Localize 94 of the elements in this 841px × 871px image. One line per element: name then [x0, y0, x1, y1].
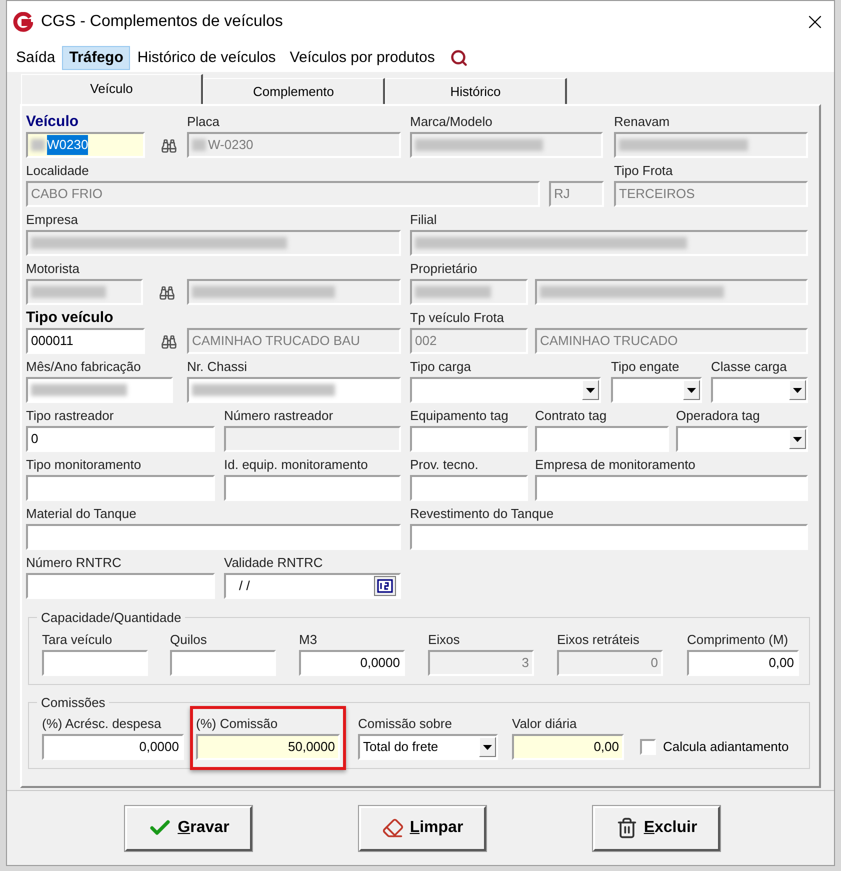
field-label: (%) Acrésc. despesa: [42, 715, 162, 733]
text-field[interactable]: [187, 377, 401, 403]
action-button[interactable]: Excluir: [593, 806, 720, 850]
combo-box[interactable]: Total do frete: [358, 734, 498, 760]
field-label: Empresa de monitoramento: [535, 456, 696, 474]
caret-icon: [483, 744, 492, 750]
text-field[interactable]: W0230: [26, 132, 145, 158]
text-field[interactable]: [410, 524, 808, 550]
binoculars-icon[interactable]: [161, 138, 177, 154]
field-label: Comprimento (M): [687, 630, 788, 649]
field-label: (%) Comissão: [196, 715, 278, 733]
field-label: Número RNTRC: [26, 554, 122, 572]
caret-icon: [586, 388, 595, 392]
field-label: Empresa: [26, 211, 78, 229]
field-label: Validade RNTRC: [224, 554, 323, 572]
checkbox[interactable]: [640, 739, 656, 755]
text-field[interactable]: 0,00: [512, 734, 624, 760]
text-field[interactable]: [26, 524, 401, 550]
field-label: M3: [299, 630, 318, 648]
field-label: Classe carga: [711, 358, 787, 376]
text-field[interactable]: 50,0000: [196, 734, 340, 760]
field-label: Id. equip. monitoramento: [224, 456, 368, 474]
tab[interactable]: Histórico: [385, 78, 567, 104]
app-logo: [13, 12, 33, 32]
field-label: Tipo veículo: [26, 308, 114, 328]
field-label: Mês/Ano fabricação: [26, 358, 141, 376]
field-label: Tipo carga: [410, 358, 471, 376]
action-button[interactable]: Gravar: [125, 806, 252, 850]
field-label: Marca/Modelo: [410, 113, 492, 131]
field-label: Nr. Chassi: [187, 358, 247, 376]
field-label: Tp veículo Frota: [410, 309, 504, 327]
field-label: Eixos retráteis: [557, 630, 640, 648]
field-label: Valor diária: [512, 715, 577, 733]
text-field[interactable]: [224, 475, 401, 501]
text-field[interactable]: [26, 377, 173, 403]
text-field[interactable]: [410, 475, 528, 501]
tab[interactable]: Veículo: [21, 74, 203, 104]
text-field[interactable]: 0,0000: [42, 734, 184, 760]
field-label: Tipo engate: [611, 358, 680, 376]
text-field[interactable]: [170, 650, 276, 676]
tab[interactable]: Complemento: [203, 78, 385, 104]
field-label: Tipo Frota: [614, 162, 673, 180]
trash-icon: [616, 817, 638, 839]
combo-box[interactable]: [676, 426, 808, 452]
window-title: CGS - Complementos de veículos: [41, 12, 283, 32]
text-field[interactable]: [26, 475, 215, 501]
field-label: Comissão sobre: [358, 715, 452, 733]
field-label: Tara veículo: [42, 630, 112, 648]
caret-icon: [793, 436, 802, 442]
menu-item[interactable]: Veículos por produtos: [282, 46, 442, 70]
combo-box[interactable]: [711, 377, 808, 403]
combo-box[interactable]: [410, 377, 601, 403]
field-label: Quilos: [170, 630, 207, 648]
combo-box[interactable]: [611, 377, 702, 403]
caret-icon: [687, 388, 696, 392]
eraser-icon: [382, 817, 404, 839]
binoculars-icon[interactable]: [161, 334, 177, 350]
group-title: Comissões: [40, 694, 106, 712]
field-label: Motorista: [26, 260, 80, 278]
field-label: Localidade: [26, 162, 89, 180]
field-label: Tipo rastreador: [26, 407, 114, 425]
action-button[interactable]: Limpar: [359, 806, 486, 850]
field-label: Material do Tanque: [26, 505, 136, 523]
text-field[interactable]: 000011: [26, 328, 145, 354]
text-field[interactable]: [42, 650, 148, 676]
field-label: Número rastreador: [224, 407, 334, 425]
group-title: Capacidade/Quantidade: [40, 609, 182, 627]
menu-item[interactable]: Saída: [9, 46, 62, 70]
text-field[interactable]: [535, 426, 669, 452]
field-label: Filial: [410, 211, 437, 229]
field-label: Eixos: [428, 630, 460, 648]
field-label: Renavam: [614, 113, 670, 131]
field-label: Operadora tag: [676, 407, 760, 425]
field-label: Placa: [187, 113, 220, 131]
checkbox-label: Calcula adiantamento: [663, 738, 789, 756]
date-field[interactable]: / /: [224, 573, 401, 599]
menu-item[interactable]: Histórico de veículos: [130, 46, 283, 70]
field-label: Contrato tag: [535, 407, 607, 425]
field-label: Revestimento do Tanque: [410, 505, 554, 523]
field-label: Veículo: [26, 112, 79, 132]
caret-icon: [793, 388, 802, 392]
search-icon[interactable]: [450, 48, 468, 66]
text-field[interactable]: 0,00: [687, 650, 799, 676]
field-label: Equipamento tag: [410, 407, 508, 425]
text-field[interactable]: 0: [26, 426, 215, 452]
field-label: Proprietário: [410, 260, 478, 278]
text-field[interactable]: [535, 475, 808, 501]
menu-item[interactable]: Tráfego: [62, 46, 130, 70]
calendar-icon[interactable]: [374, 576, 396, 596]
text-field[interactable]: 0,0000: [299, 650, 405, 676]
text-field[interactable]: [26, 573, 215, 599]
text-field[interactable]: [410, 426, 528, 452]
field-label: Tipo monitoramento: [26, 456, 142, 474]
field-label: Prov. tecno.: [410, 456, 478, 474]
